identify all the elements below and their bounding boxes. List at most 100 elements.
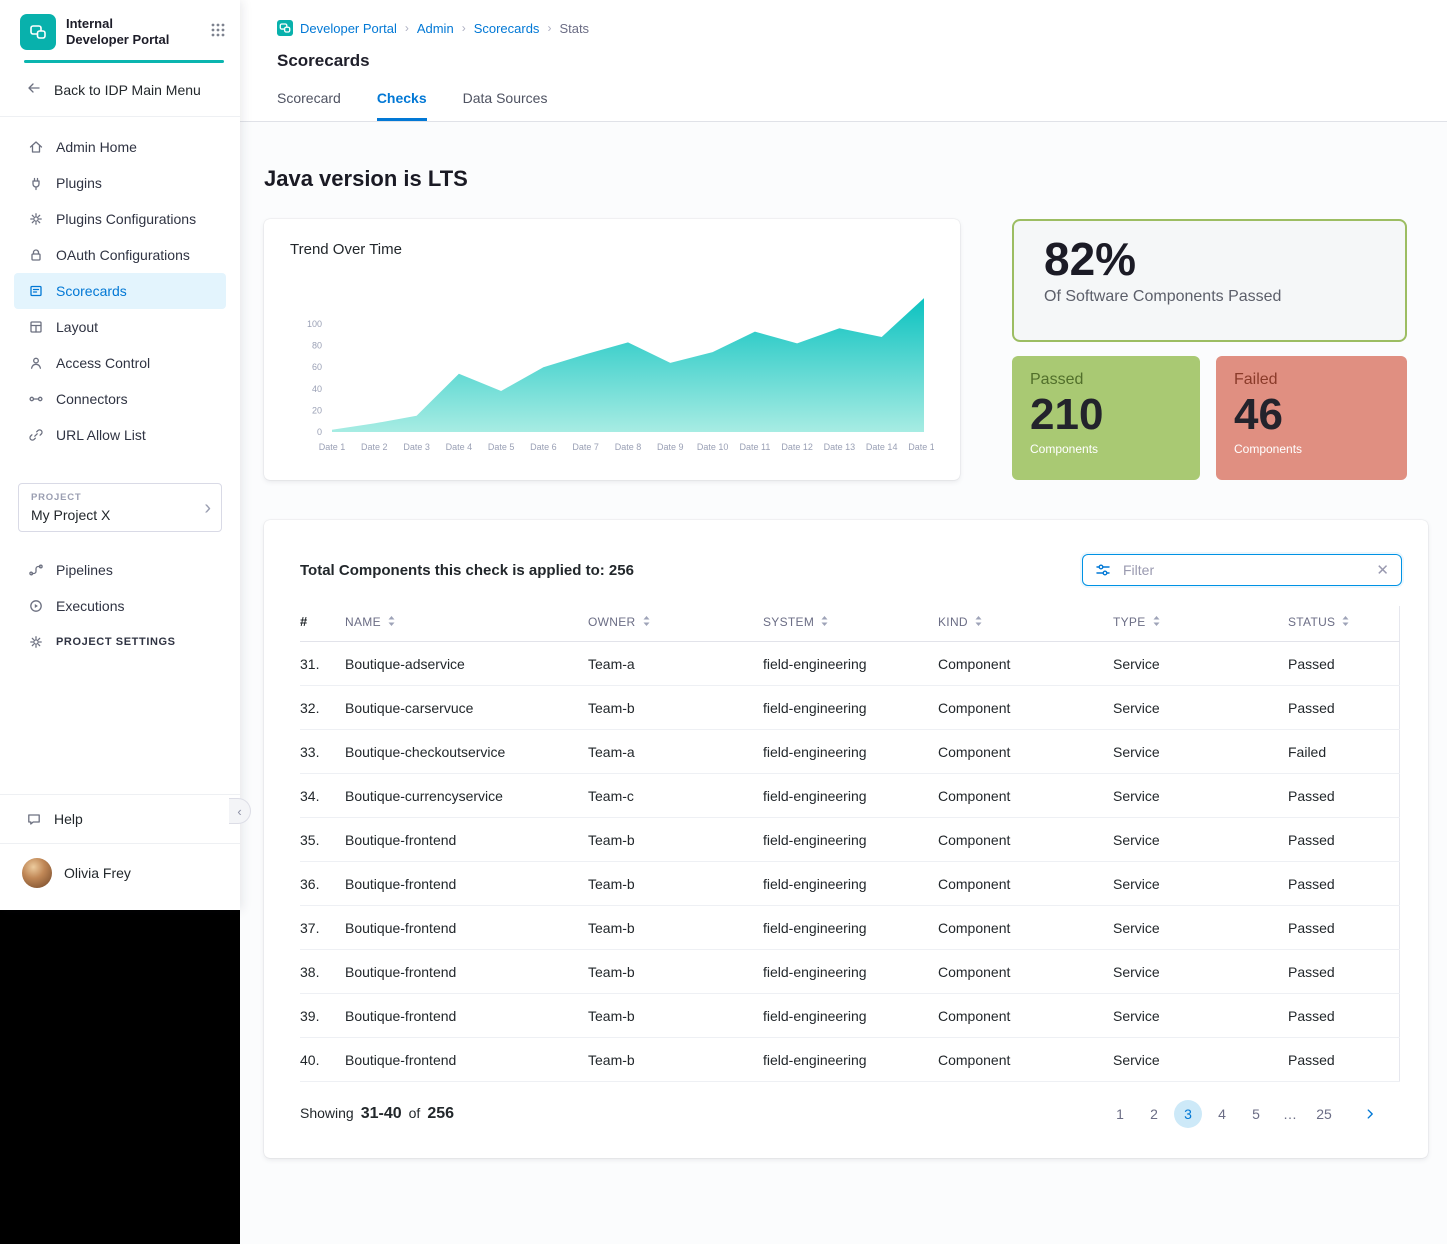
- table-row[interactable]: 36.Boutique-frontendTeam-bfield-engineer…: [300, 862, 1400, 906]
- page-button[interactable]: 25: [1310, 1100, 1338, 1128]
- sidebar-item-layout[interactable]: Layout: [14, 309, 226, 345]
- components-table: # NAME OWNER SYSTEM KIND TYPE STATUS 31.…: [300, 606, 1400, 1082]
- page-button[interactable]: 1: [1106, 1100, 1134, 1128]
- cell-owner: Team-c: [588, 774, 763, 818]
- pagination-next-button[interactable]: [1356, 1100, 1384, 1128]
- table-row[interactable]: 40.Boutique-frontendTeam-bfield-engineer…: [300, 1038, 1400, 1082]
- breadcrumb-link-admin[interactable]: Admin: [417, 21, 454, 36]
- sidebar-item-plugins[interactable]: Plugins: [14, 165, 226, 201]
- page-button[interactable]: 4: [1208, 1100, 1236, 1128]
- cell-name: Boutique-currencyservice: [345, 774, 588, 818]
- page-button[interactable]: 2: [1140, 1100, 1168, 1128]
- column-header-kind[interactable]: KIND: [938, 606, 1113, 642]
- cell-name: Boutique-frontend: [345, 1038, 588, 1082]
- app-switcher-grid-icon[interactable]: [210, 22, 226, 43]
- sidebar-item-label: Executions: [56, 598, 124, 614]
- sort-icon: [387, 615, 396, 627]
- cell-owner: Team-b: [588, 1038, 763, 1082]
- cell-owner: Team-b: [588, 950, 763, 994]
- project-label: PROJECT: [31, 492, 209, 503]
- connector-icon: [28, 391, 44, 407]
- cell-kind: Component: [938, 950, 1113, 994]
- cell-kind: Component: [938, 862, 1113, 906]
- chevron-right-icon: [1363, 1107, 1377, 1121]
- pagination: 12345…25: [1106, 1100, 1384, 1128]
- tab-scorecard[interactable]: Scorecard: [277, 90, 341, 121]
- table-row[interactable]: 31.Boutique-adserviceTeam-afield-enginee…: [300, 642, 1400, 686]
- table-row[interactable]: 33.Boutique-checkoutserviceTeam-afield-e…: [300, 730, 1400, 774]
- x-axis-tick-label: Date 9: [657, 442, 684, 452]
- table-row[interactable]: 34.Boutique-currencyserviceTeam-cfield-e…: [300, 774, 1400, 818]
- app-logo-icon: [20, 14, 56, 50]
- cell-system: field-engineering: [763, 686, 938, 730]
- clear-filter-icon[interactable]: ✕: [1376, 563, 1389, 578]
- showing-total: 256: [427, 1105, 454, 1123]
- passed-label: Passed: [1030, 371, 1182, 389]
- tab-checks[interactable]: Checks: [377, 90, 427, 121]
- sort-icon: [974, 615, 983, 627]
- cell-type: Service: [1113, 950, 1288, 994]
- cell-owner: Team-b: [588, 994, 763, 1038]
- table-row[interactable]: 32.Boutique-carservuceTeam-bfield-engine…: [300, 686, 1400, 730]
- cell-name: Boutique-carservuce: [345, 686, 588, 730]
- y-axis-tick-label: 40: [312, 384, 322, 394]
- table-row[interactable]: 38.Boutique-frontendTeam-bfield-engineer…: [300, 950, 1400, 994]
- column-header-system[interactable]: SYSTEM: [763, 606, 938, 642]
- user-menu[interactable]: Olivia Frey: [0, 844, 240, 910]
- sidebar-item-label: Connectors: [56, 391, 128, 407]
- sidebar-item-project-settings[interactable]: PROJECT SETTINGS: [14, 624, 226, 660]
- sidebar-item-admin-home[interactable]: Admin Home: [14, 129, 226, 165]
- sidebar-item-pipelines[interactable]: Pipelines: [14, 552, 226, 588]
- failed-count: 46: [1234, 392, 1389, 438]
- sidebar-item-plugins-configurations[interactable]: Plugins Configurations: [14, 201, 226, 237]
- cell-type: Service: [1113, 686, 1288, 730]
- page-button[interactable]: 3: [1174, 1100, 1202, 1128]
- sidebar-item-connectors[interactable]: Connectors: [14, 381, 226, 417]
- column-header-owner[interactable]: OWNER: [588, 606, 763, 642]
- filter-input[interactable]: [1121, 561, 1366, 579]
- sidebar-header: Internal Developer Portal: [0, 0, 240, 60]
- chevron-sep-icon: ›: [547, 21, 551, 35]
- breadcrumb-link-developer-portal[interactable]: Developer Portal: [277, 20, 397, 36]
- cell-num: 31.: [300, 642, 345, 686]
- sidebar-item-executions[interactable]: Executions: [14, 588, 226, 624]
- cell-num: 40.: [300, 1038, 345, 1082]
- user-name: Olivia Frey: [64, 865, 131, 881]
- cell-status: Passed: [1288, 862, 1400, 906]
- check-heading: Java version is LTS: [264, 166, 1428, 192]
- failed-caption: Components: [1234, 442, 1389, 456]
- cell-system: field-engineering: [763, 994, 938, 1038]
- filter-box: ✕: [1082, 554, 1402, 586]
- avatar: [22, 858, 52, 888]
- x-axis-tick-label: Date 10: [697, 442, 729, 452]
- cell-type: Service: [1113, 862, 1288, 906]
- column-header-type[interactable]: TYPE: [1113, 606, 1288, 642]
- sidebar-item-oauth-configurations[interactable]: OAuth Configurations: [14, 237, 226, 273]
- project-name: My Project X: [31, 507, 209, 523]
- page-button[interactable]: 5: [1242, 1100, 1270, 1128]
- table-row[interactable]: 39.Boutique-frontendTeam-bfield-engineer…: [300, 994, 1400, 1038]
- project-selector[interactable]: PROJECT My Project X ›: [18, 483, 222, 532]
- cell-system: field-engineering: [763, 906, 938, 950]
- y-axis-tick-label: 60: [312, 362, 322, 372]
- cell-name: Boutique-frontend: [345, 862, 588, 906]
- sidebar-nav: Admin Home Plugins Plugins Configuration…: [0, 129, 240, 453]
- breadcrumb-link-scorecards[interactable]: Scorecards: [474, 21, 540, 36]
- column-header-name[interactable]: NAME: [345, 606, 588, 642]
- help-button[interactable]: Help: [0, 795, 240, 843]
- column-header-status[interactable]: STATUS: [1288, 606, 1400, 642]
- sidebar-item-scorecards[interactable]: Scorecards: [14, 273, 226, 309]
- topbar: Developer Portal › Admin › Scorecards › …: [240, 0, 1447, 122]
- table-row[interactable]: 35.Boutique-frontendTeam-bfield-engineer…: [300, 818, 1400, 862]
- table-row[interactable]: 37.Boutique-frontendTeam-bfield-engineer…: [300, 906, 1400, 950]
- tab-data-sources[interactable]: Data Sources: [463, 90, 548, 121]
- chevron-right-icon: ›: [204, 498, 211, 518]
- sidebar-item-label: PROJECT SETTINGS: [56, 636, 176, 648]
- cell-status: Passed: [1288, 642, 1400, 686]
- cell-type: Service: [1113, 906, 1288, 950]
- back-to-main-menu[interactable]: Back to IDP Main Menu: [0, 63, 240, 117]
- trend-chart-title: Trend Over Time: [290, 241, 934, 258]
- sidebar-item-url-allow-list[interactable]: URL Allow List: [14, 417, 226, 453]
- project-nav: Pipelines Executions PROJECT SETTINGS: [0, 552, 240, 660]
- sidebar-item-access-control[interactable]: Access Control: [14, 345, 226, 381]
